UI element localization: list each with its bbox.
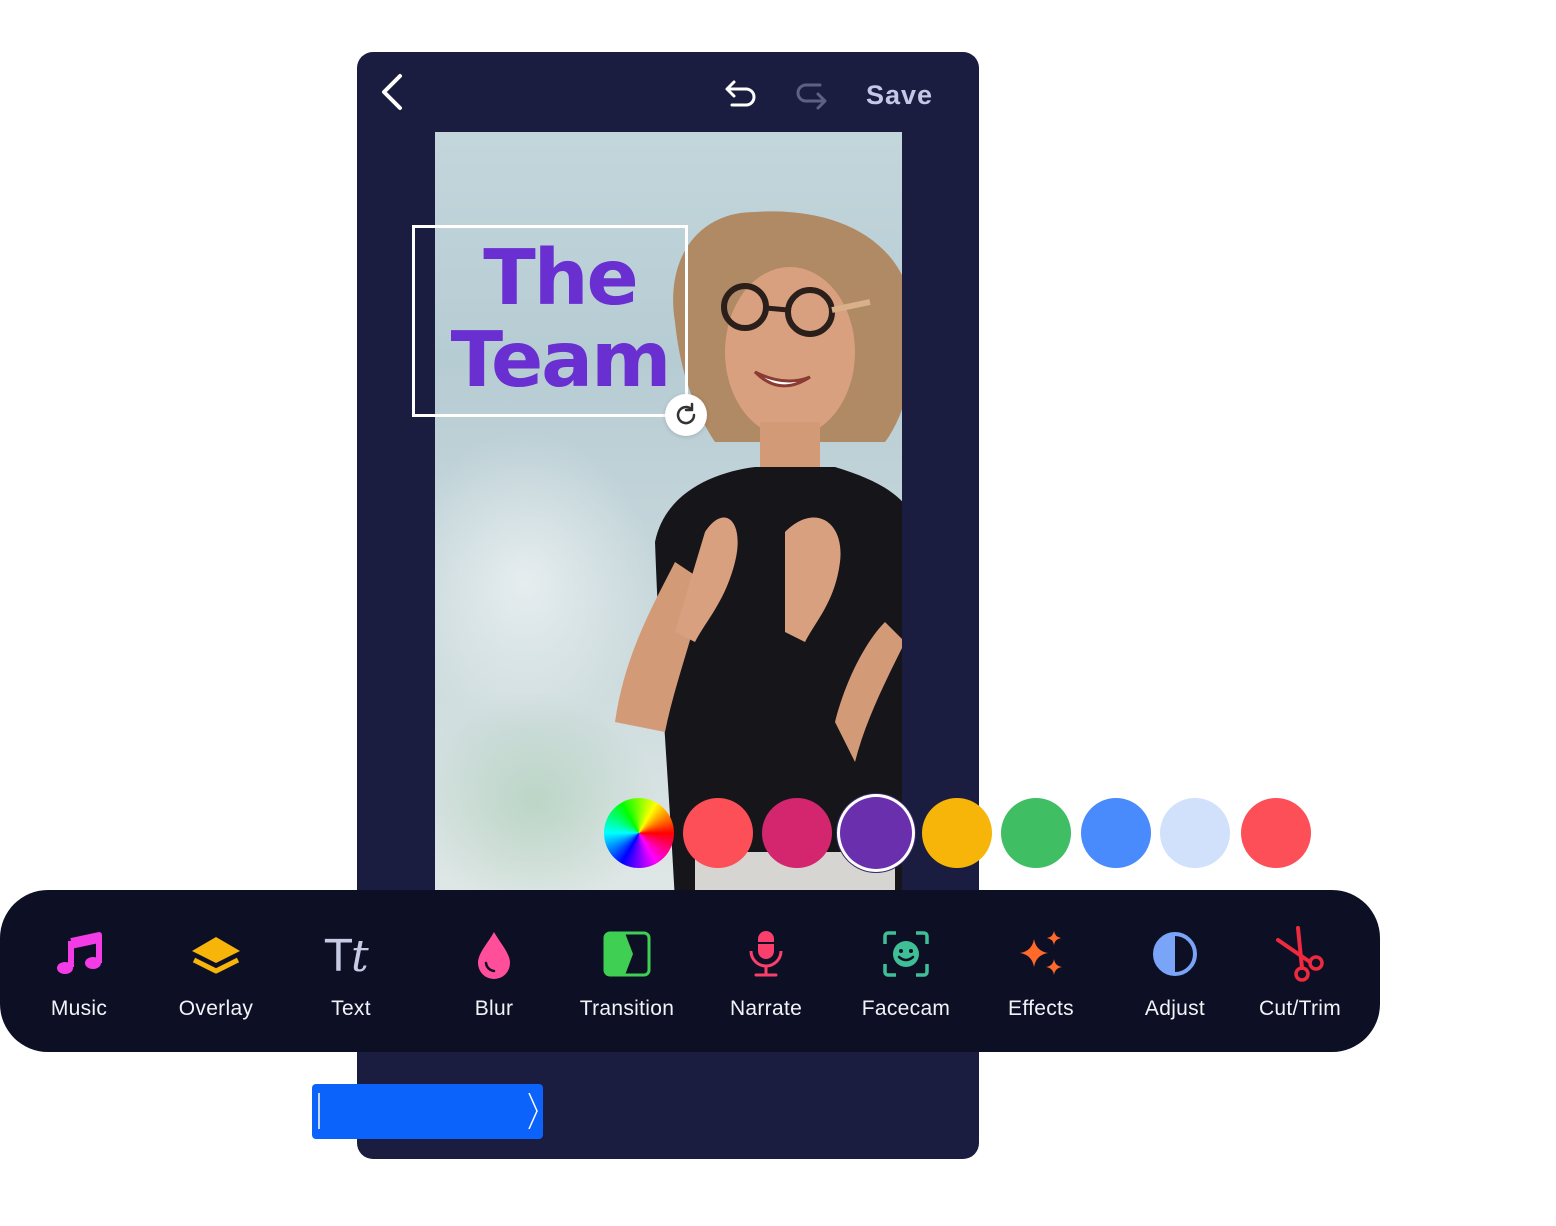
music-note-icon — [57, 932, 102, 974]
microphone-icon — [749, 931, 783, 977]
swatch-magenta[interactable] — [762, 798, 832, 868]
sparkles-icon — [1020, 931, 1062, 975]
tool-label: Overlay — [178, 997, 254, 1020]
svg-text:T: T — [324, 931, 352, 979]
swatch-coral-red[interactable] — [683, 798, 753, 868]
rotate-handle[interactable] — [665, 394, 707, 436]
scissors-icon — [1276, 926, 1324, 982]
layers-icon — [192, 937, 240, 974]
tool-label: Cut/Trim — [1258, 997, 1342, 1020]
svg-text:t: t — [351, 931, 369, 979]
tool-overlay[interactable]: Overlay — [146, 890, 286, 1052]
contrast-icon — [1153, 932, 1197, 976]
redo-icon — [796, 83, 827, 110]
tool-effects[interactable]: Effects — [971, 890, 1111, 1052]
back-button[interactable] — [378, 72, 410, 112]
tool-adjust[interactable]: Adjust — [1105, 890, 1245, 1052]
trim-start-bar-icon — [318, 1093, 320, 1129]
transition-icon — [603, 931, 651, 977]
tool-label: Effects — [1008, 997, 1074, 1020]
swatch-blue[interactable] — [1081, 798, 1151, 868]
undo-button[interactable] — [722, 78, 760, 112]
swatch-red[interactable] — [1241, 798, 1311, 868]
tool-label: Adjust — [1144, 997, 1206, 1020]
tool-narrate[interactable]: Narrate — [696, 890, 836, 1052]
tool-label: Text — [331, 997, 371, 1020]
tool-label: Facecam — [861, 997, 951, 1020]
text-overlay[interactable]: The Team — [415, 238, 705, 402]
redo-button[interactable] — [792, 80, 830, 114]
tool-label: Narrate — [729, 997, 803, 1020]
swatch-light-blue[interactable] — [1160, 798, 1230, 868]
rotate-icon — [676, 402, 696, 425]
tool-label: Blur — [474, 997, 514, 1020]
face-scan-icon — [883, 931, 929, 977]
timeline-trim-handle[interactable] — [312, 1084, 543, 1139]
tool-cut-trim[interactable]: Cut/Trim — [1230, 890, 1370, 1052]
text-tt-icon: Tt — [324, 931, 369, 979]
tool-transition[interactable]: Transition — [557, 890, 697, 1052]
swatch-green[interactable] — [1001, 798, 1071, 868]
tool-label: Transition — [579, 997, 675, 1020]
tool-music[interactable]: Music — [9, 890, 149, 1052]
undo-icon — [725, 80, 756, 107]
chevron-right-icon — [528, 1093, 538, 1129]
swatch-custom-color-wheel[interactable] — [604, 798, 674, 868]
tool-blur[interactable]: Blur — [424, 890, 564, 1052]
swatch-purple[interactable] — [840, 797, 912, 869]
swatch-amber[interactable] — [922, 798, 992, 868]
tool-label: Music — [50, 997, 108, 1020]
text-line-2: Team — [450, 316, 672, 405]
text-line-1: The — [483, 234, 639, 323]
drop-icon — [478, 932, 510, 979]
tool-text[interactable]: Tt Text — [281, 890, 421, 1052]
chevron-left-icon — [382, 74, 402, 110]
tool-facecam[interactable]: Facecam — [836, 890, 976, 1052]
save-button[interactable]: Save — [866, 80, 933, 111]
